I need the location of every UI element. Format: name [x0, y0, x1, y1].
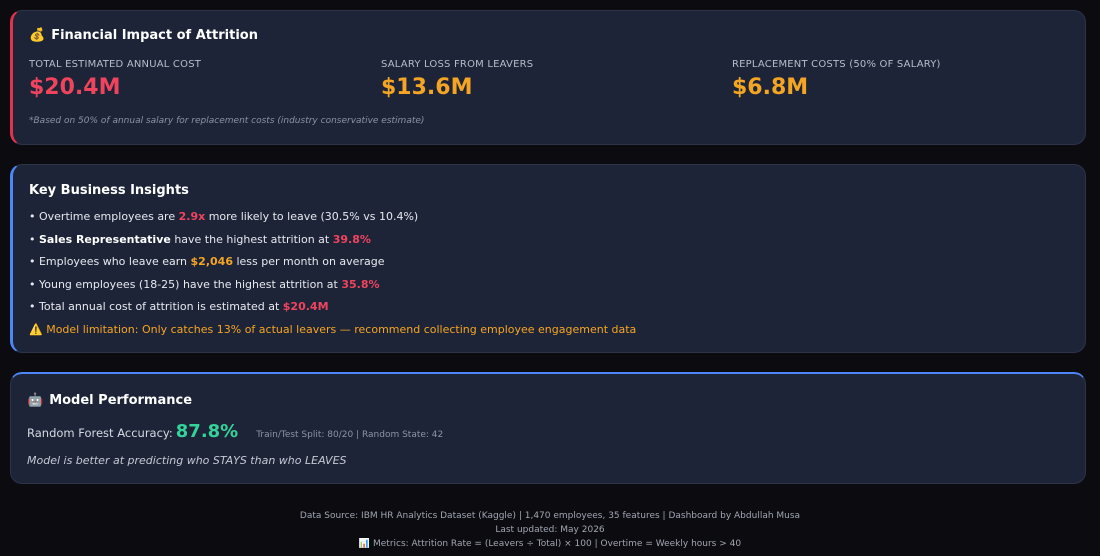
- metric-value: $6.8M: [732, 75, 809, 100]
- metric-label: TOTAL ESTIMATED ANNUAL COST: [29, 59, 202, 70]
- footer-updated: Last updated: May 2026: [495, 525, 605, 535]
- model-performance-title: 🤖 Model Performance: [27, 393, 192, 408]
- metric-total-cost: TOTAL ESTIMATED ANNUAL COST $20.4M: [29, 59, 201, 100]
- accuracy-value: 87.8%: [175, 421, 239, 442]
- business-insights-card: Key Business Insights • Overtime employe…: [10, 164, 1086, 353]
- model-meta: Train/Test Split: 80/20 | Random State: …: [256, 430, 444, 440]
- financial-impact-title-text: Financial Impact of Attrition: [51, 28, 258, 43]
- business-insights-title: Key Business Insights: [29, 183, 189, 198]
- robot-icon: 🤖: [27, 393, 44, 408]
- bar-chart-icon: 📊: [358, 539, 371, 549]
- financial-footnote: *Based on 50% of annual salary for repla…: [29, 116, 425, 126]
- metric-label: REPLACEMENT COSTS (50% OF SALARY): [732, 59, 941, 70]
- footer-source: Data Source: IBM HR Analytics Dataset (K…: [299, 511, 801, 521]
- insight-item-sales-rep: • Sales Representative have the highest …: [29, 232, 371, 246]
- model-performance-title-text: Model Performance: [49, 393, 193, 408]
- metric-value: $13.6M: [381, 75, 473, 100]
- money-bag-icon: 💰: [29, 28, 46, 43]
- financial-impact-title: 💰 Financial Impact of Attrition: [29, 28, 258, 43]
- insight-item-overtime: • Overtime employees are 2.9x more likel…: [29, 210, 419, 223]
- metric-value: $20.4M: [29, 75, 121, 100]
- footer-metrics: 📊 Metrics: Attrition Rate = (Leavers ÷ T…: [0, 537, 1100, 551]
- metric-replacement-costs: REPLACEMENT COSTS (50% OF SALARY) $6.8M: [732, 59, 941, 100]
- warning-text: Model limitation: Only catches 13% of ac…: [46, 322, 637, 336]
- insight-item-salary-gap: • Employees who leave earn $2,046 less p…: [29, 255, 385, 268]
- insight-item-young-employees: • Young employees (18-25) have the highe…: [29, 277, 380, 291]
- metric-label: SALARY LOSS FROM LEAVERS: [381, 59, 534, 70]
- metric-salary-loss: SALARY LOSS FROM LEAVERS $13.6M: [381, 59, 533, 100]
- insights-list: • Overtime employees are 2.9x more likel…: [29, 209, 636, 344]
- footer-metrics-text: Metrics: Attrition Rate = (Leavers ÷ Tot…: [373, 539, 742, 549]
- footer: Data Source: IBM HR Analytics Dataset (K…: [0, 509, 1100, 551]
- insight-item-total-cost: • Total annual cost of attrition is esti…: [29, 300, 329, 313]
- accuracy-label: Random Forest Accuracy:: [27, 426, 173, 440]
- model-performance-card: 🤖 Model Performance Random Forest Accura…: [10, 372, 1086, 484]
- financial-impact-card: 💰 Financial Impact of Attrition TOTAL ES…: [10, 10, 1086, 145]
- accuracy-row: Random Forest Accuracy: 87.8% Train/Test…: [27, 421, 443, 442]
- model-note: Model is better at predicting who STAYS …: [27, 454, 347, 467]
- warning-icon: ⚠️: [29, 322, 43, 336]
- insight-warning: ⚠️ Model limitation: Only catches 13% of…: [29, 322, 636, 345]
